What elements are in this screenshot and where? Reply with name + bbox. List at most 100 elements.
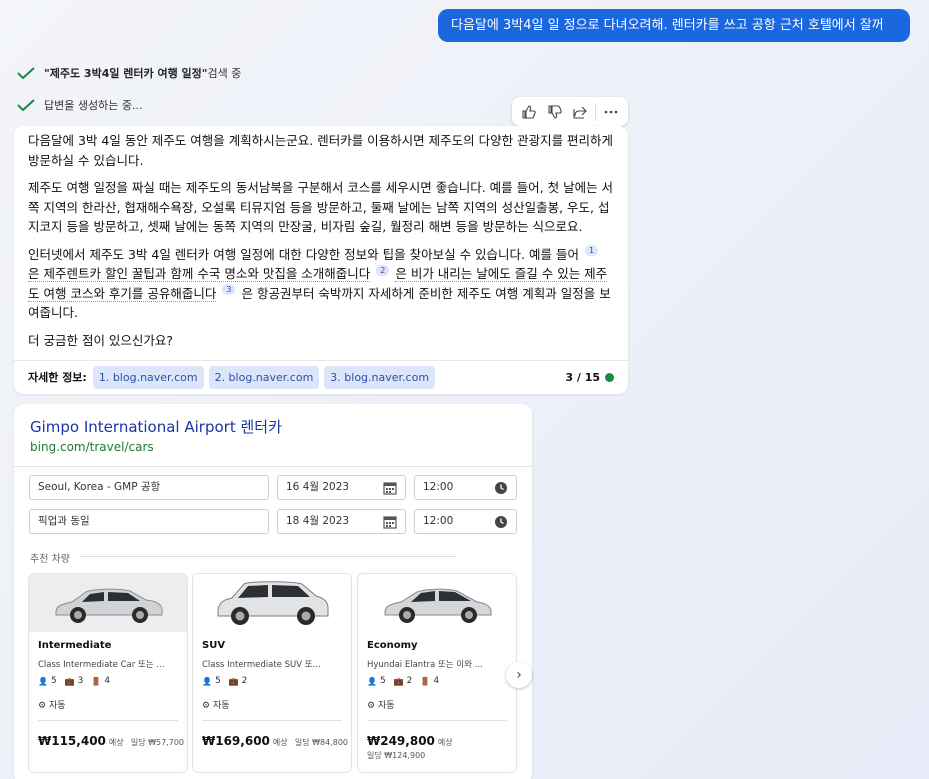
car-description: Class Intermediate Car 또는 ... xyxy=(38,660,165,670)
car-divider xyxy=(367,720,507,721)
car-description: Hyundai Elantra 또는 이와 ... xyxy=(367,660,483,670)
pickup-date-value: 16 4월 2023 xyxy=(286,481,350,493)
citation-2[interactable]: 2 xyxy=(376,264,390,276)
car-price: ₩249,800 예상 일당 ₩124,900 xyxy=(367,734,453,761)
status-dot-icon xyxy=(605,373,614,382)
bag-icon: 💼 xyxy=(64,676,75,686)
generating-text: 답변을 생성하는 중... xyxy=(44,99,143,112)
pickup-location-field[interactable]: Seoul, Korea - GMP 공항 xyxy=(29,475,269,500)
car-rental-card: Gimpo International Airport 렌터카 bing.com… xyxy=(14,404,532,779)
seat-count: 5 xyxy=(50,676,57,686)
person-icon: 👤 xyxy=(367,676,377,686)
toolbar-divider xyxy=(595,102,597,121)
bag-count: 3 xyxy=(77,676,84,686)
door-count: 4 xyxy=(433,676,440,686)
transmission-value: 자동 xyxy=(212,701,230,711)
return-time-field[interactable]: 12:00 xyxy=(414,509,517,534)
price-note: 예상 xyxy=(108,738,124,747)
car-divider xyxy=(202,720,342,721)
seat-count: 5 xyxy=(214,676,221,686)
card-url[interactable]: bing.com/travel/cars xyxy=(30,440,154,454)
gear-icon: ⚙ xyxy=(202,701,213,711)
bag-count: 2 xyxy=(406,676,413,686)
source-link-1[interactable]: 1. blog.naver.com xyxy=(92,365,204,390)
transmission: ⚙ 자동 xyxy=(202,698,230,711)
car-image xyxy=(358,574,516,632)
person-icon: 👤 xyxy=(202,676,212,686)
car-option-intermediate[interactable]: Intermediate Class Intermediate Car 또는 .… xyxy=(28,573,188,773)
calendar-icon xyxy=(383,516,397,529)
car-specs: 👤 5 💼 3 🚪 4 xyxy=(38,676,118,686)
cited-text[interactable]: 은 제주렌트카 할인 꿀팁과 함께 수국 명소와 맛집을 소개해줍니다 xyxy=(28,266,371,282)
calendar-icon xyxy=(383,482,397,495)
answer-paragraph: 인터넷에서 제주도 3박 4일 렌터카 여행 일정에 대한 다양한 정보와 팁을… xyxy=(28,245,614,323)
price-value: ₩115,400 xyxy=(38,734,106,748)
turn-counter-text: 3 / 15 xyxy=(565,370,600,384)
card-title[interactable]: Gimpo International Airport 렌터카 xyxy=(30,416,282,437)
transmission: ⚙ 자동 xyxy=(38,698,66,711)
user-message: 다음달에 3박4일 일 정으로 다녀오려해. 렌터카를 쓰고 공항 근처 호텔에… xyxy=(438,9,910,42)
checkmark-icon xyxy=(17,67,35,80)
search-status: "제주도 3박4일 렌터카 여행 일정" 검색 중 xyxy=(16,65,241,81)
car-price: ₩115,400 예상 일당 ₩57,700 xyxy=(38,734,184,748)
citation-3[interactable]: 3 xyxy=(222,284,236,296)
transmission-value: 자동 xyxy=(377,701,395,711)
car-option-economy[interactable]: Economy Hyundai Elantra 또는 이와 ... 👤 5 💼 2 … xyxy=(357,573,517,773)
car-class: Intermediate xyxy=(38,640,112,651)
car-option-suv[interactable]: SUV Class Intermediate SUV 또... 👤 5 💼 2 ⚙ … xyxy=(192,573,352,773)
pickup-time-field[interactable]: 12:00 xyxy=(414,475,517,500)
return-date-value: 18 4월 2023 xyxy=(286,515,350,527)
daily-price: 일당 ₩57,700 xyxy=(130,738,184,747)
car-class: SUV xyxy=(202,640,226,651)
more-icon[interactable] xyxy=(600,101,622,123)
chevron-right-icon[interactable]: › xyxy=(506,662,532,688)
car-divider xyxy=(38,720,178,721)
answer-paragraph: 다음달에 3박 4일 동안 제주도 여행을 계획하시는군요. 렌터카를 이용하시… xyxy=(28,133,614,168)
recommended-label: 추천 차량 xyxy=(30,554,70,565)
return-date-field[interactable]: 18 4월 2023 xyxy=(277,509,406,534)
car-price: ₩169,600 예상 일당 ₩84,800 xyxy=(202,734,348,748)
price-note: 예상 xyxy=(272,738,288,747)
turn-counter: 3 / 15 xyxy=(565,368,614,388)
bag-icon: 💼 xyxy=(228,676,239,686)
daily-price: 일당 ₩84,800 xyxy=(294,738,348,747)
message-toolbar xyxy=(512,97,628,126)
source-link-2[interactable]: 2. blog.naver.com xyxy=(208,365,320,390)
car-class: Economy xyxy=(367,640,418,651)
seat-count: 5 xyxy=(379,676,386,686)
price-value: ₩249,800 xyxy=(367,734,435,748)
price-note: 예상 xyxy=(437,738,453,747)
return-time-value: 12:00 xyxy=(423,515,454,527)
search-query: "제주도 3박4일 렌터카 여행 일정" xyxy=(44,67,208,80)
door-icon: 🚪 xyxy=(91,676,102,686)
citation-1[interactable]: 1 xyxy=(584,245,599,257)
car-specs: 👤 5 💼 2 xyxy=(202,676,255,686)
checkmark-icon xyxy=(17,99,35,112)
return-location-value: 픽업과 동일 xyxy=(38,515,90,527)
answer-text: 인터넷에서 제주도 3박 4일 렌터카 여행 일정에 대한 다양한 정보와 팁을… xyxy=(28,246,579,262)
car-specs: 👤 5 💼 2 🚪 4 xyxy=(367,676,447,686)
bag-count: 2 xyxy=(241,676,248,686)
door-count: 4 xyxy=(104,676,111,686)
thumbs-down-icon[interactable] xyxy=(544,101,566,123)
transmission: ⚙ 자동 xyxy=(367,698,395,711)
learn-more-label: 자세한 정보: xyxy=(28,370,87,384)
pickup-date-field[interactable]: 16 4월 2023 xyxy=(277,475,406,500)
answer-card: 다음달에 3박 4일 동안 제주도 여행을 계획하시는군요. 렌터카를 이용하시… xyxy=(14,126,628,394)
transmission-value: 자동 xyxy=(48,701,66,711)
section-divider xyxy=(80,556,456,557)
generating-status: 답변을 생성하는 중... xyxy=(16,97,142,113)
door-icon: 🚪 xyxy=(420,676,431,686)
pickup-time-value: 12:00 xyxy=(423,481,454,493)
answer-paragraph: 제주도 여행 일정을 짜실 때는 제주도의 동서남북을 구분해서 코스를 세우시… xyxy=(28,180,614,234)
share-icon[interactable] xyxy=(569,101,591,123)
search-suffix: 검색 중 xyxy=(207,67,242,80)
car-image xyxy=(29,574,187,632)
source-link-3[interactable]: 3. blog.naver.com xyxy=(324,365,436,390)
person-icon: 👤 xyxy=(38,676,48,686)
clock-icon xyxy=(495,482,507,494)
return-location-field[interactable]: 픽업과 동일 xyxy=(29,509,269,534)
answer-paragraph: 더 궁금한 점이 있으신가요? xyxy=(28,332,174,348)
pickup-location-value: Seoul, Korea - GMP 공항 xyxy=(38,481,161,493)
thumbs-up-icon[interactable] xyxy=(518,101,540,123)
